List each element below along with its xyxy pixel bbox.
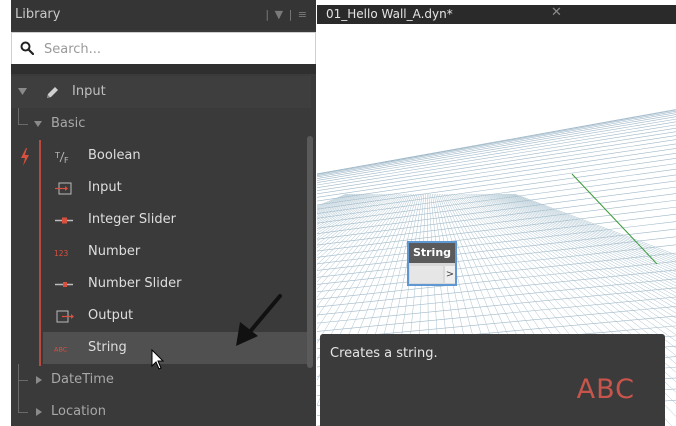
tab-workspace[interactable]: 01_Hello Wall_A.dyn* ✕	[317, 5, 567, 24]
close-icon[interactable]: ✕	[551, 5, 562, 20]
string-node[interactable]: String >	[407, 241, 457, 286]
string-icon: ABC	[54, 346, 68, 354]
node-label: Boolean	[88, 148, 141, 163]
library-title: Library	[15, 7, 61, 22]
node-label: Integer Slider	[88, 212, 176, 227]
string-node-output-port[interactable]: >	[445, 266, 455, 283]
mouse-cursor-icon	[151, 349, 165, 370]
category-location-label: Location	[51, 404, 106, 419]
subcategory-basic-label: Basic	[51, 116, 86, 131]
canvas-tab-bar: 01_Hello Wall_A.dyn* ✕	[317, 5, 676, 24]
string-node-value-field[interactable]	[410, 266, 443, 283]
search-box[interactable]	[11, 32, 316, 65]
node-label: Input	[88, 180, 122, 195]
tree-line	[18, 380, 28, 381]
library-scrollbar[interactable]	[307, 136, 313, 368]
node-label: Number	[88, 244, 141, 259]
node-label: String	[88, 340, 127, 355]
tree-line	[18, 108, 19, 124]
node-item-integer-slider[interactable]: Integer Slider	[43, 204, 311, 236]
integer-slider-icon	[55, 217, 73, 224]
expand-caret-icon	[34, 121, 42, 127]
boolean-icon: T F	[54, 151, 69, 163]
number-slider-icon	[55, 282, 73, 287]
collapse-caret-icon	[36, 408, 42, 416]
category-input-label: Input	[72, 84, 106, 99]
pencil-icon	[47, 87, 58, 98]
expand-caret-icon	[18, 88, 27, 95]
input-node-icon	[55, 182, 72, 195]
tooltip-string-glyph: ABC	[576, 374, 635, 405]
library-filter-menu-icon[interactable]: | ▼ | ≡	[265, 8, 308, 21]
svg-text:T: T	[54, 151, 60, 160]
svg-text:F: F	[64, 156, 69, 163]
subcategory-basic[interactable]: Basic	[11, 108, 311, 140]
node-item-boolean[interactable]: T F Boolean	[43, 140, 311, 172]
annotation-arrow-icon	[236, 294, 282, 346]
tab-title: 01_Hello Wall_A.dyn*	[326, 7, 453, 21]
selection-accent-bar	[39, 140, 41, 366]
category-input[interactable]: Input	[11, 76, 311, 108]
divider	[11, 64, 316, 74]
node-label: Number Slider	[88, 276, 182, 291]
string-icon-text: ABC	[54, 346, 68, 354]
lightning-icon	[21, 148, 29, 166]
node-item-number[interactable]: 123 Number	[43, 236, 311, 268]
search-icon	[20, 41, 34, 55]
number-icon: 123	[54, 249, 69, 258]
search-input[interactable]	[42, 38, 306, 60]
node-tooltip: Creates a string. ABC	[320, 334, 665, 426]
node-item-input[interactable]: Input	[43, 172, 311, 204]
string-node-title: String	[409, 243, 455, 263]
number-icon-text: 123	[54, 249, 69, 258]
collapse-caret-icon	[36, 376, 42, 384]
tooltip-description: Creates a string.	[330, 346, 438, 361]
tree-line	[18, 124, 28, 125]
output-icon	[56, 310, 74, 323]
library-header: Library | ▼ | ≡	[11, 0, 316, 30]
category-datetime-label: DateTime	[51, 372, 114, 387]
category-location[interactable]: Location	[11, 396, 311, 426]
tree-line	[18, 412, 28, 413]
node-label: Output	[88, 308, 134, 323]
